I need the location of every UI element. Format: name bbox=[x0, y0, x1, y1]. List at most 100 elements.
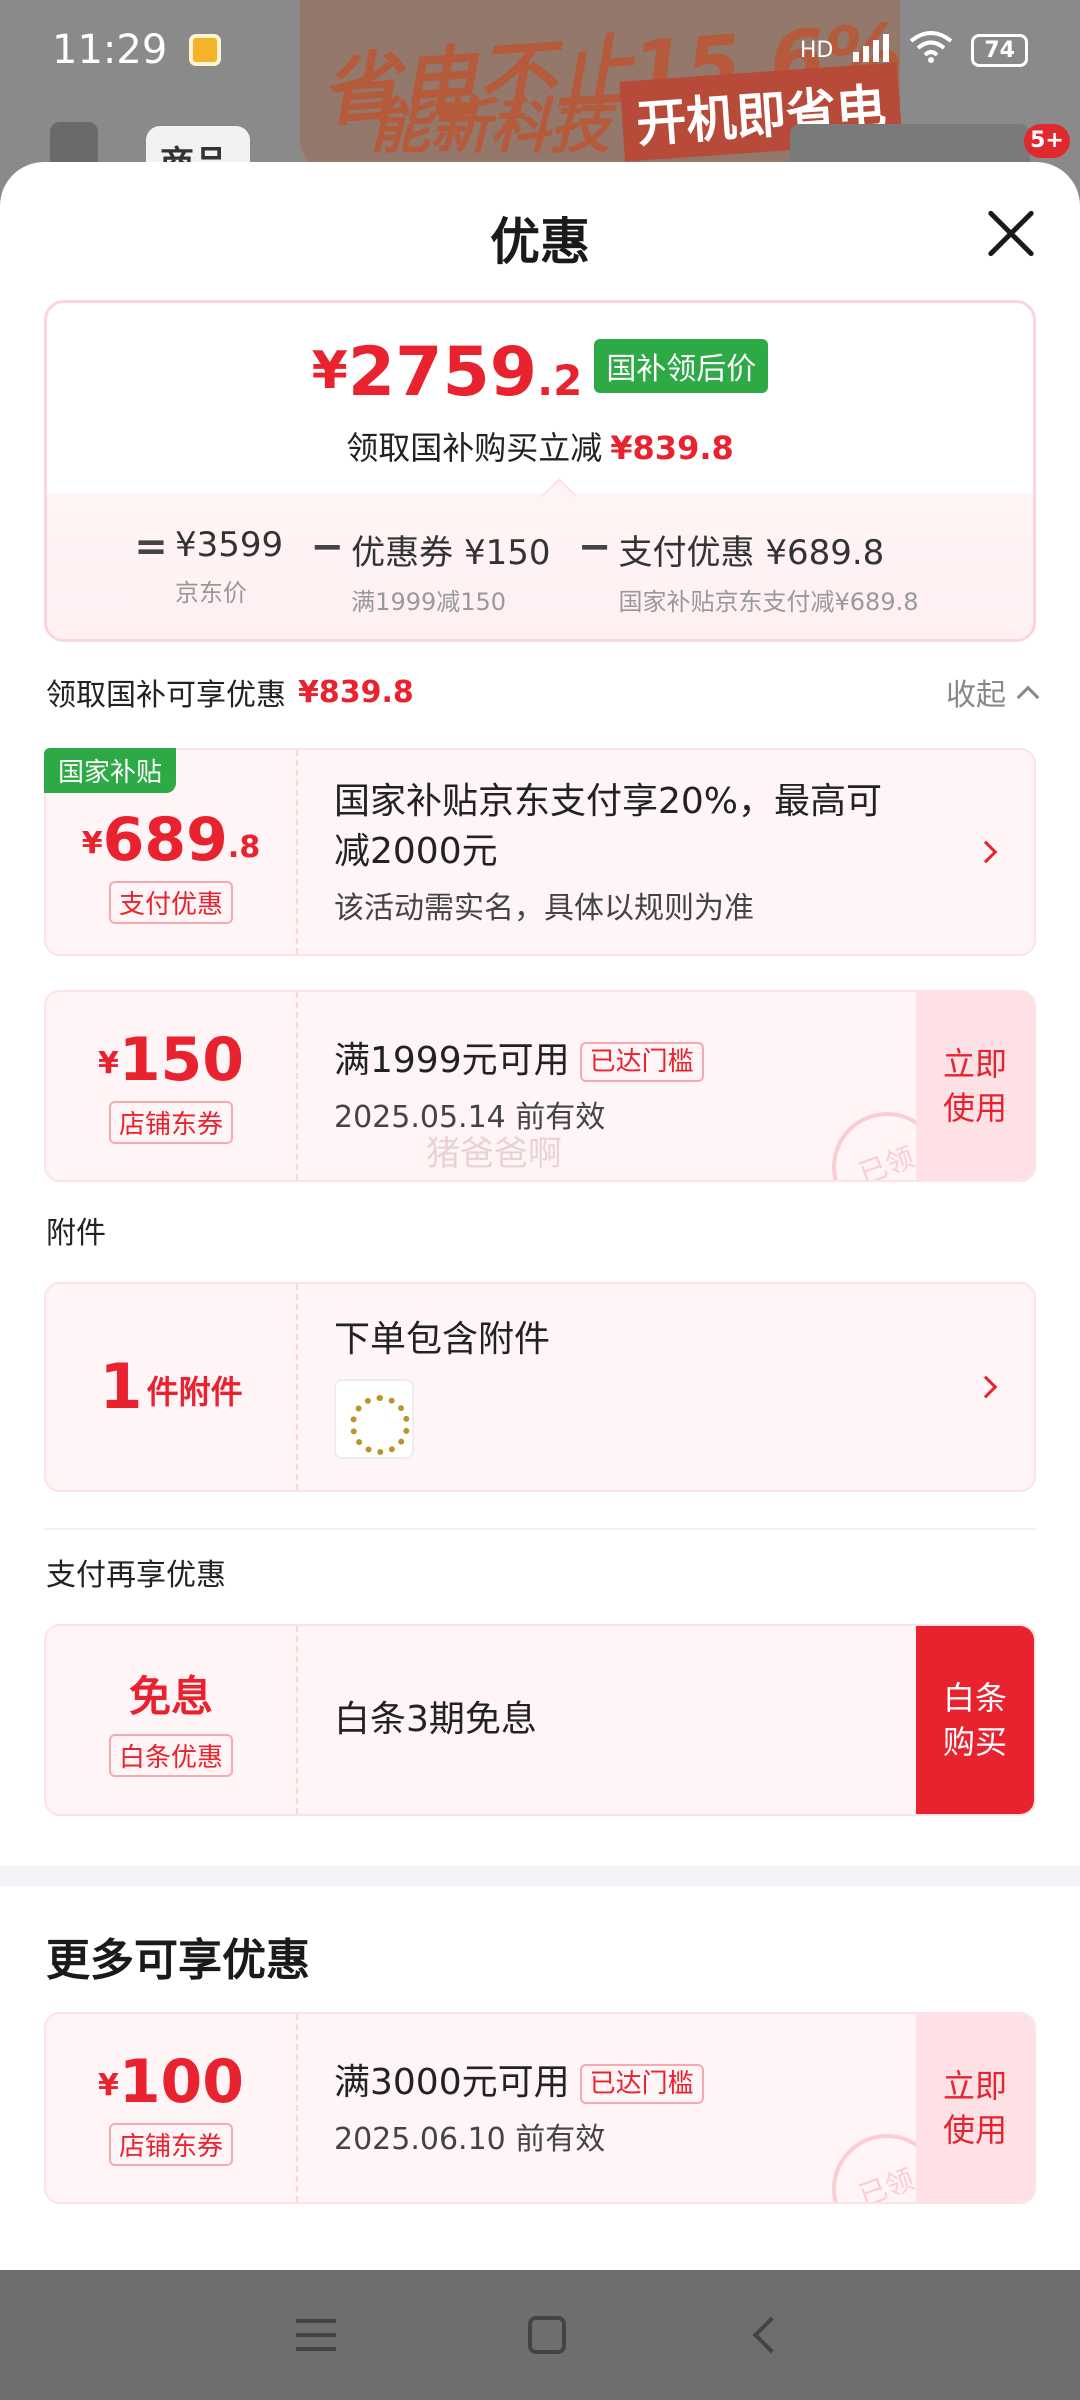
term-caption: 国家补贴京东支付减¥689.8 bbox=[618, 588, 919, 616]
baitiao-buy-button[interactable]: 白条购买 bbox=[916, 1626, 1034, 1814]
subsidy-title: 国家补贴京东支付享20%，最高可减2000元 bbox=[334, 781, 883, 872]
accessory-card[interactable]: 1 件附件 下单包含附件 bbox=[44, 1282, 1036, 1492]
battery-icon: 74 bbox=[971, 33, 1028, 67]
currency-symbol: ¥ bbox=[81, 825, 103, 861]
accessory-count: 1 件附件 bbox=[99, 1355, 242, 1419]
status-time: 11:29 bbox=[52, 27, 168, 73]
reduce-line: 领取国补购买立减 ¥839.8 bbox=[47, 423, 1033, 469]
coupon-type-tag: 店铺东券 bbox=[108, 1100, 233, 1144]
term-value: 优惠券 ¥150 bbox=[351, 533, 551, 573]
formula-term: 支付优惠 ¥689.8 国家补贴京东支付减¥689.8 bbox=[619, 525, 919, 617]
currency-symbol: ¥ bbox=[97, 2067, 119, 2103]
price-currency: ¥ bbox=[311, 341, 348, 401]
amount-integer: 100 bbox=[118, 2046, 245, 2117]
collapse-label: 收起 bbox=[946, 678, 1006, 713]
close-icon[interactable] bbox=[986, 208, 1036, 258]
section-divider bbox=[44, 1528, 1036, 1530]
subsidy-corner-tag: 国家补贴 bbox=[44, 748, 177, 793]
cart-count-badge: 5+ bbox=[1024, 124, 1070, 158]
price-decimal: .2 bbox=[537, 356, 583, 405]
coupon-condition: 满3000元可用 已达门槛 bbox=[334, 2058, 904, 2108]
section-label: 支付再享优惠 bbox=[46, 1558, 226, 1593]
subsidy-amount: ¥ 689 .8 bbox=[82, 809, 260, 871]
wifi-icon bbox=[909, 31, 953, 69]
more-discounts-title: 更多可享优惠 bbox=[46, 1935, 310, 1986]
term-value: 支付优惠 ¥689.8 bbox=[618, 533, 885, 573]
card-body: 满1999元可用 已达门槛 2025.05.14 前有效 bbox=[334, 992, 904, 1180]
section-gap bbox=[0, 1866, 1080, 1886]
baitiao-tag: 白条优惠 bbox=[108, 1734, 233, 1777]
formula-term: 优惠券 ¥150 满1999减150 bbox=[351, 525, 550, 617]
notification-app-icon bbox=[189, 34, 222, 66]
sheet-title: 优惠 bbox=[490, 213, 590, 271]
coupon-condition-text: 满1999元可用 bbox=[334, 1040, 570, 1081]
equals-sign: = bbox=[134, 524, 168, 570]
section-label: 附件 bbox=[46, 1216, 106, 1251]
collapse-button[interactable]: 收起 bbox=[946, 670, 1040, 714]
section-subsidy-header: 领取国补可享优惠 ¥839.8 收起 bbox=[46, 670, 1040, 714]
amount-integer: 150 bbox=[118, 1024, 245, 1095]
reduce-amount: ¥839.8 bbox=[610, 429, 734, 467]
home-icon[interactable] bbox=[528, 2316, 566, 2354]
discount-sheet: 优惠 ¥ 2759 .2 国补领后价 领取国补购买立减 ¥839.8 = ¥359… bbox=[0, 162, 1080, 2270]
status-bar: 11:29 HD 74 bbox=[0, 0, 1080, 100]
back-arrow-icon[interactable] bbox=[752, 2316, 790, 2354]
coupon-amount: ¥ 150 bbox=[98, 1029, 244, 1091]
amount-decimal: .8 bbox=[227, 829, 261, 865]
subsidy-type-tag: 支付优惠 bbox=[108, 880, 233, 924]
subsidy-note: 该活动需实名，具体以规则为准 bbox=[334, 891, 754, 926]
network-type: HD bbox=[799, 37, 834, 63]
term-value: ¥3599 bbox=[175, 525, 284, 565]
card-body: 满3000元可用 已达门槛 2025.06.10 前有效 bbox=[334, 2014, 904, 2202]
coupon-condition: 满1999元可用 已达门槛 bbox=[334, 1036, 904, 1086]
accessory-unit: 件附件 bbox=[146, 1373, 243, 1411]
use-now-button[interactable]: 立即使用 bbox=[916, 2014, 1034, 2202]
coupon-validity: 2025.05.14 前有效 bbox=[334, 1100, 606, 1135]
threshold-badge: 已达门槛 bbox=[579, 2064, 704, 2104]
signal-icon bbox=[851, 32, 891, 68]
card-body: 下单包含附件 bbox=[334, 1284, 904, 1490]
minus-sign: − bbox=[577, 524, 612, 570]
accessory-number: 1 bbox=[99, 1350, 143, 1423]
reduce-label: 领取国补购买立减 bbox=[346, 429, 603, 467]
price-integer: 2759 bbox=[347, 333, 538, 412]
threshold-badge: 已达门槛 bbox=[579, 1042, 704, 1082]
card-amount-area: 1 件附件 bbox=[46, 1284, 298, 1490]
status-icons: HD 74 bbox=[800, 31, 1028, 69]
section-label: 领取国补可享优惠 bbox=[46, 678, 286, 713]
accessory-title: 下单包含附件 bbox=[334, 1319, 551, 1360]
card-amount-area: 免息 白条优惠 bbox=[46, 1626, 298, 1814]
subsidy-card[interactable]: ¥ 689 .8 支付优惠 国家补贴京东支付享20%，最高可减2000元 该活动… bbox=[44, 748, 1036, 956]
card-amount-area: ¥ 100 店铺东券 bbox=[46, 2014, 298, 2202]
price-summary: ¥ 2759 .2 国补领后价 领取国补购买立减 ¥839.8 = ¥3599 京… bbox=[44, 300, 1036, 642]
final-price: ¥ 2759 .2 国补领后价 bbox=[47, 339, 1033, 407]
system-navigation-bar bbox=[0, 2270, 1080, 2400]
currency-symbol: ¥ bbox=[97, 1045, 119, 1081]
amount-integer: 689 bbox=[102, 804, 228, 875]
chevron-up-icon bbox=[1016, 685, 1040, 709]
section-amount: ¥839.8 bbox=[298, 674, 414, 710]
chevron-right-icon bbox=[974, 840, 998, 864]
menu-icon[interactable] bbox=[296, 2319, 336, 2351]
chevron-right-icon bbox=[974, 1375, 998, 1399]
coupon-validity: 2025.06.10 前有效 bbox=[334, 2122, 606, 2157]
card-amount-area: ¥ 150 店铺东券 bbox=[46, 992, 298, 1180]
term-caption: 京东价 bbox=[175, 579, 247, 607]
term-caption: 满1999减150 bbox=[351, 588, 507, 616]
price-formula: = ¥3599 京东价 − 优惠券 ¥150 满1999减150 − 支付优惠 … bbox=[127, 525, 1013, 617]
minus-sign: − bbox=[310, 524, 344, 570]
coupon-type-tag: 店铺东券 bbox=[108, 2122, 233, 2166]
use-now-button[interactable]: 立即使用 bbox=[916, 992, 1034, 1180]
formula-term: ¥3599 京东价 bbox=[175, 525, 283, 608]
user-watermark: 猪爸爸啊 bbox=[426, 1134, 562, 1174]
price-badge: 国补领后价 bbox=[594, 339, 769, 393]
coupon-amount: ¥ 100 bbox=[98, 2051, 244, 2113]
interest-free-label: 免息 bbox=[128, 1672, 213, 1721]
section-accessory-header: 附件 bbox=[46, 1208, 1036, 1252]
baitiao-title: 白条3期免息 bbox=[334, 1699, 537, 1740]
baitiao-card: 免息 白条优惠 白条3期免息 白条购买 bbox=[44, 1624, 1036, 1816]
coupon-condition-text: 满3000元可用 bbox=[334, 2062, 570, 2103]
card-body: 白条3期免息 bbox=[334, 1626, 904, 1814]
section-pay-header: 支付再享优惠 bbox=[46, 1550, 1036, 1594]
accessory-thumbnail bbox=[334, 1379, 414, 1459]
